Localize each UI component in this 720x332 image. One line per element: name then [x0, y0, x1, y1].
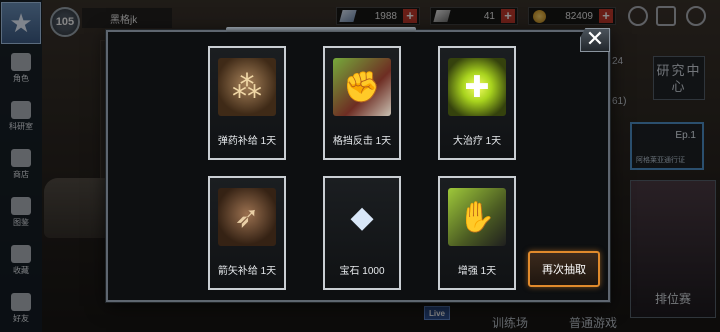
redraw-button[interactable]: 再次抽取 [528, 251, 600, 287]
close-icon: ✕ [585, 26, 605, 51]
block-icon: ✊ [333, 58, 391, 116]
reward-card-arrow[interactable]: ➶ 箭矢补给 1天 [208, 176, 286, 290]
reward-card-ammo[interactable]: ⁂ 弹药补给 1天 [208, 46, 286, 160]
gem-icon: ◆ [350, 200, 374, 234]
reward-card-label: 增强 1天 [457, 266, 497, 277]
boost-icon: ✋ [448, 188, 506, 246]
ammo-icon: ⁂ [218, 58, 276, 116]
arrow-icon: ➶ [218, 188, 276, 246]
reward-card-boost[interactable]: ✋ 增强 1天 [438, 176, 516, 290]
reward-card-label: 宝石 1000 [339, 266, 385, 277]
reward-card-block-counter[interactable]: ✊ 格挡反击 1天 [323, 46, 401, 160]
close-button[interactable]: ✕ [580, 28, 610, 52]
reward-draw-modal: ✕ ⁂ 弹药补给 1天 ✊ 格挡反击 1天 ✚ 大治疗 1天 ➶ 箭矢补给 1天… [106, 27, 610, 302]
reward-card-label: 弹药补给 1天 [217, 136, 277, 147]
reward-card-label: 箭矢补给 1天 [217, 266, 277, 277]
reward-card-gem[interactable]: ◆ 宝石 1000 [323, 176, 401, 290]
heal-icon: ✚ [448, 58, 506, 116]
reward-card-label: 大治疗 1天 [452, 136, 502, 147]
reward-card-heal[interactable]: ✚ 大治疗 1天 [438, 46, 516, 160]
reward-card-label: 格挡反击 1天 [332, 136, 392, 147]
